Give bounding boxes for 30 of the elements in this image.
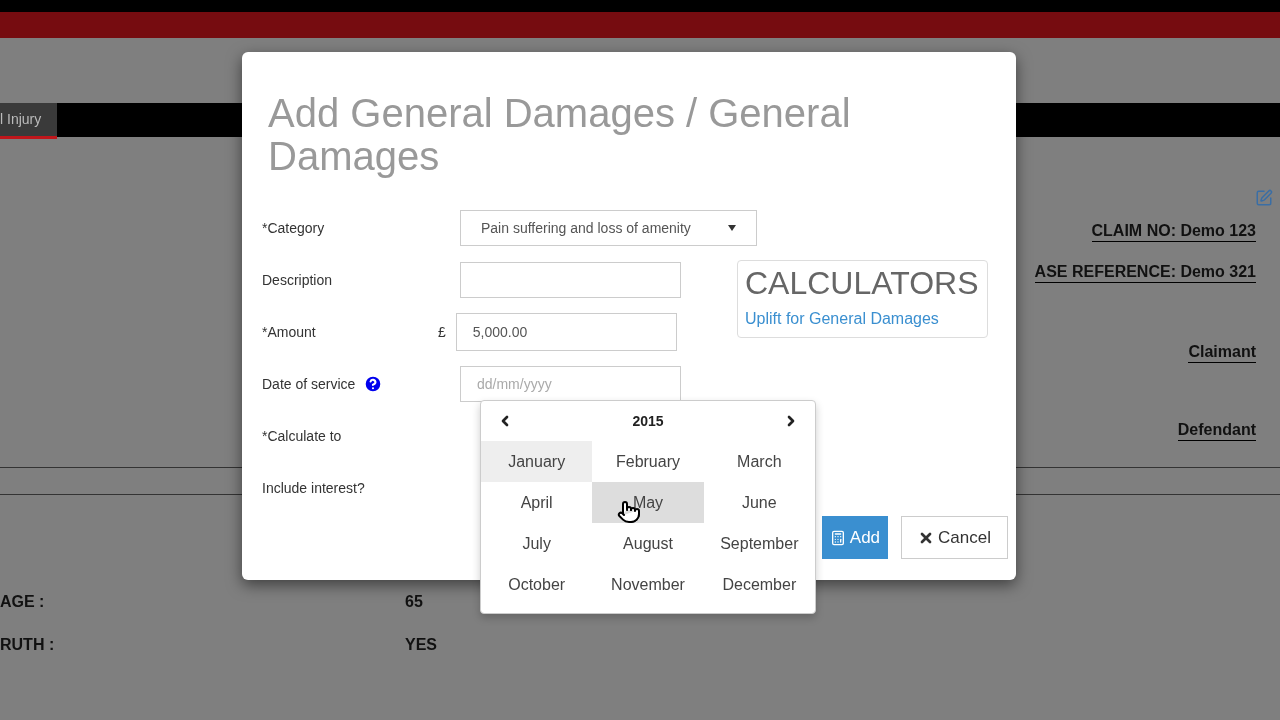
field-label: Include interest? [262,478,365,498]
currency-symbol: £ [438,322,446,342]
field-label: *Category [262,218,325,238]
nav-tab[interactable]: l Injury [0,103,57,139]
calculators-heading: CALCULATORS [745,264,980,303]
year-label[interactable]: 2015 [632,410,664,432]
claim-number: CLAIM NO: Demo 123 [1091,221,1256,242]
description-field[interactable] [460,262,681,298]
month-cell[interactable]: May [592,482,704,523]
dialog-title: Add General Damages / General Damages [267,90,852,178]
amount-field[interactable]: 5,000.00 [455,313,677,351]
field-label: Date of service [262,374,356,394]
date-field[interactable]: dd/mm/yyyy [460,366,681,402]
detail-value: YES [405,635,437,655]
party-link[interactable]: Defendant [1177,420,1256,441]
detail-label: RUTH : [0,635,56,655]
detail-label: AGE : [0,592,46,612]
detail-value: 65 [405,592,423,612]
uplift-link[interactable]: Uplift for General Damages [745,307,980,331]
field-label: *Calculate to [262,426,342,446]
cancel-button[interactable]: Cancel [901,516,1008,559]
category-select[interactable]: Pain suffering and loss of amenity [460,210,757,246]
field-label: *Amount [262,322,316,342]
caret-icon [728,225,736,231]
month-cell[interactable]: January [481,441,593,482]
case-reference: ASE REFERENCE: Demo 321 [1034,262,1256,283]
help-icon[interactable] [363,374,384,394]
field-label: Description [262,270,333,290]
party-link[interactable]: Claimant [1188,342,1256,363]
calculator-icon [829,529,846,546]
